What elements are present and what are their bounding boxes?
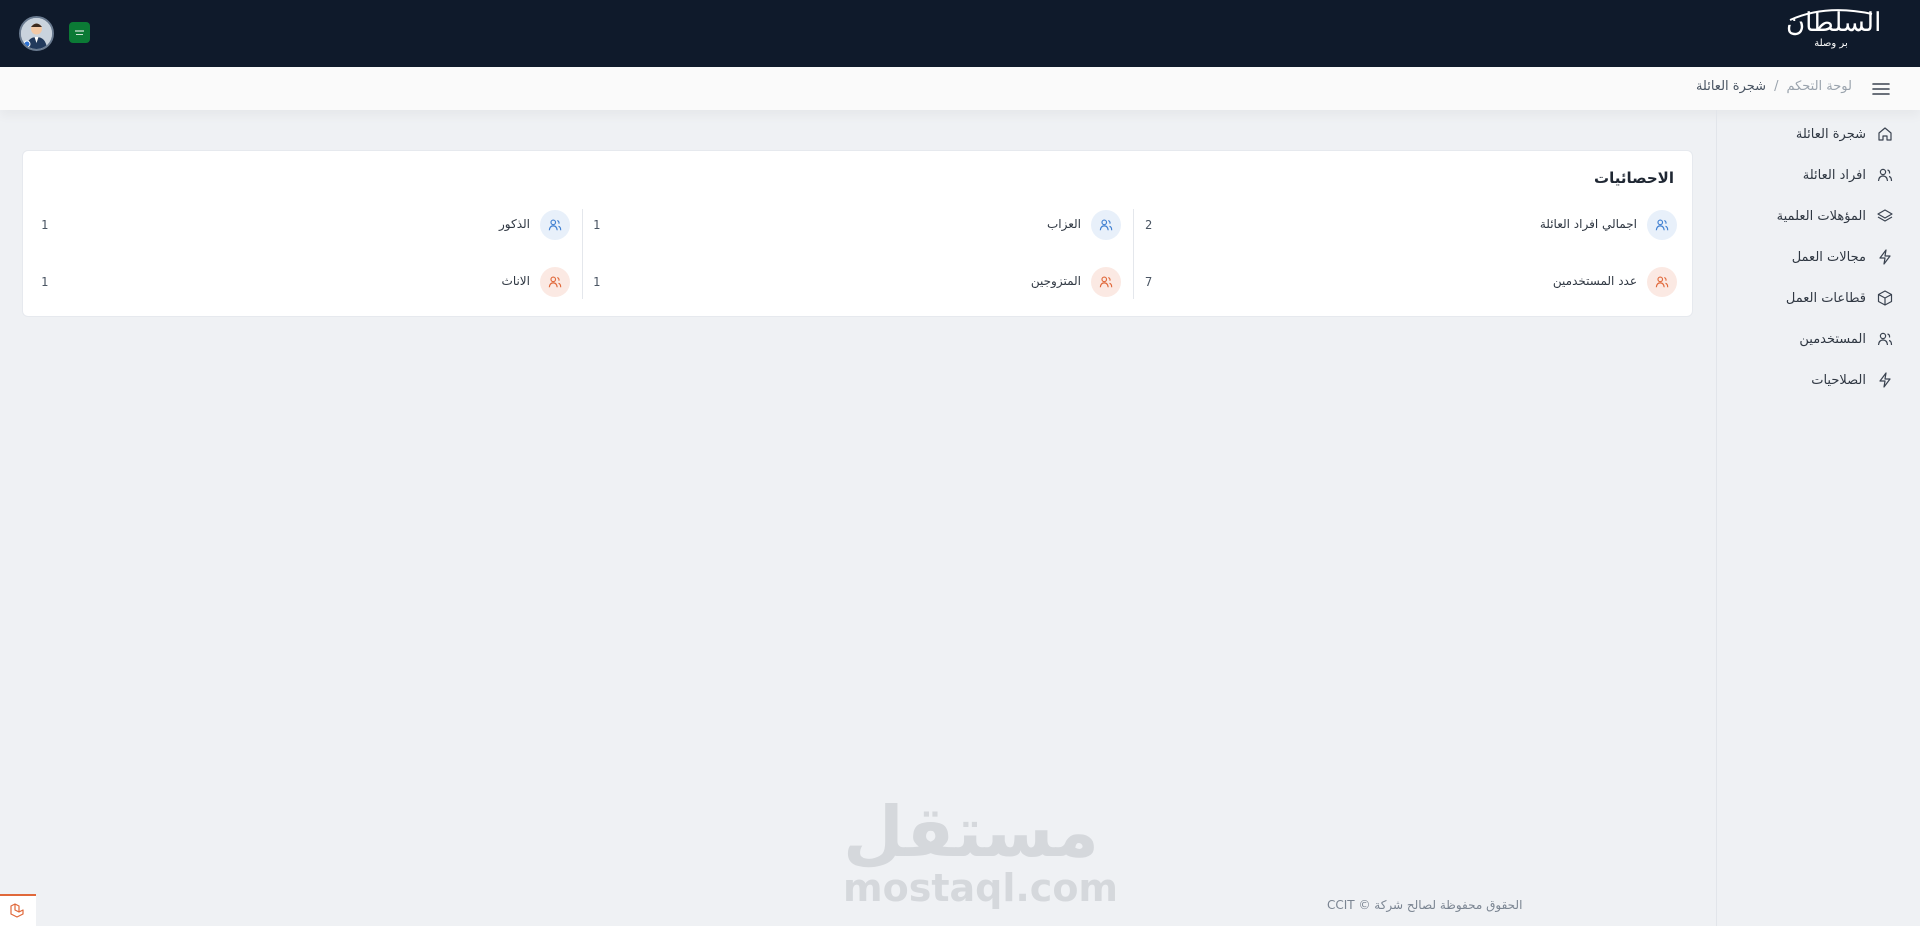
- sidebar-item-label: افراد العائلة: [1802, 167, 1866, 183]
- users-icon: [540, 210, 570, 240]
- breadcrumb-separator: /: [1774, 79, 1779, 94]
- sidebar-item-label: الصلاحيات: [1811, 372, 1866, 388]
- sidebar: شجرة العائلة افراد العائلة المؤهلات العل…: [1716, 110, 1920, 926]
- watermark-arabic: مستقل: [843, 791, 1100, 873]
- stat-label: الاناث: [501, 274, 530, 288]
- users-icon: [1876, 330, 1894, 348]
- sidebar-item-work-fields[interactable]: مجالات العمل: [1792, 245, 1894, 269]
- laravel-icon: [10, 903, 24, 918]
- top-navbar: السلطان بر وصلة: [0, 0, 1920, 67]
- stat-value: 1: [593, 218, 601, 232]
- watermark-latin: mostaql.com: [843, 866, 1119, 910]
- stat-label: المتزوجين: [1030, 274, 1081, 288]
- column-divider: [1133, 209, 1134, 299]
- sidebar-item-label: المؤهلات العلمية: [1776, 208, 1866, 224]
- statistics-card: الاحصائيات اجمالي افراد العائلة 2 العزاب…: [22, 150, 1693, 317]
- hamburger-icon: [1872, 83, 1890, 95]
- users-icon: [1091, 210, 1121, 240]
- logo-swoosh-icon: [1789, 9, 1873, 21]
- home-icon: [1876, 125, 1894, 143]
- footer-copyright: الحقوق محفوظة لصالح شركة © CCIT: [1327, 898, 1523, 912]
- stat-males: الذكور 1: [41, 210, 570, 242]
- stat-value: 1: [593, 275, 601, 289]
- stat-value: 2: [1145, 218, 1153, 232]
- lightning-icon: [1876, 371, 1894, 389]
- stat-users-count: عدد المستخدمين 7: [1145, 267, 1677, 299]
- breadcrumb-home-link[interactable]: لوحة التحكم: [1786, 79, 1852, 94]
- sidebar-item-qualifications[interactable]: المؤهلات العلمية: [1777, 204, 1894, 228]
- breadcrumb-bar: لوحة التحكم / شجرة العائلة: [0, 67, 1920, 110]
- stat-singles: العزاب 1: [593, 210, 1121, 242]
- stat-value: 1: [41, 218, 49, 232]
- stat-married: المتزوجين 1: [593, 267, 1121, 299]
- sidebar-item-label: مجالات العمل: [1791, 249, 1866, 265]
- sidebar-item-label: شجرة العائلة: [1795, 126, 1866, 142]
- lightning-icon: [1876, 248, 1894, 266]
- column-divider: [582, 209, 583, 299]
- sidebar-item-work-sectors[interactable]: قطاعات العمل: [1786, 286, 1894, 310]
- layers-icon: [1876, 207, 1894, 225]
- users-icon: [1876, 166, 1894, 184]
- box-icon: [1876, 289, 1894, 307]
- stat-label: العزاب: [1046, 217, 1081, 231]
- user-avatar-icon: [21, 18, 52, 49]
- stat-total-family-members: اجمالي افراد العائلة 2: [1145, 210, 1677, 242]
- users-icon: [540, 267, 570, 297]
- sidebar-item-users[interactable]: المستخدمين: [1799, 327, 1894, 351]
- users-icon: [1091, 267, 1121, 297]
- stat-label: اجمالي افراد العائلة: [1539, 217, 1637, 231]
- users-icon: [1647, 210, 1677, 240]
- statistics-title: الاحصائيات: [1594, 169, 1674, 187]
- sidebar-item-label: المستخدمين: [1799, 331, 1866, 347]
- framework-badge[interactable]: [0, 894, 36, 926]
- stat-females: الاناث 1: [41, 267, 570, 299]
- menu-toggle-button[interactable]: [1870, 78, 1892, 100]
- stat-value: 7: [1145, 275, 1153, 289]
- users-icon: [1647, 267, 1677, 297]
- brand-logo[interactable]: السلطان بر وصلة: [1786, 6, 1881, 62]
- language-flag-button[interactable]: [69, 22, 90, 43]
- sidebar-item-permissions[interactable]: الصلاحيات: [1811, 368, 1894, 392]
- sidebar-item-family-members[interactable]: افراد العائلة: [1803, 163, 1894, 187]
- stat-value: 1: [41, 275, 49, 289]
- stat-label: الذكور: [499, 217, 530, 231]
- sidebar-item-label: قطاعات العمل: [1785, 290, 1866, 306]
- sidebar-item-family-tree[interactable]: شجرة العائلة: [1796, 122, 1894, 146]
- breadcrumb-current: شجرة العائلة: [1695, 79, 1767, 94]
- stat-label: عدد المستخدمين: [1552, 274, 1637, 288]
- user-avatar[interactable]: [19, 16, 54, 51]
- breadcrumb: لوحة التحكم / شجرة العائلة: [1696, 79, 1852, 94]
- mostaql-watermark: مستقل mostaql.com: [843, 791, 1119, 910]
- saudi-flag-icon: [72, 27, 87, 38]
